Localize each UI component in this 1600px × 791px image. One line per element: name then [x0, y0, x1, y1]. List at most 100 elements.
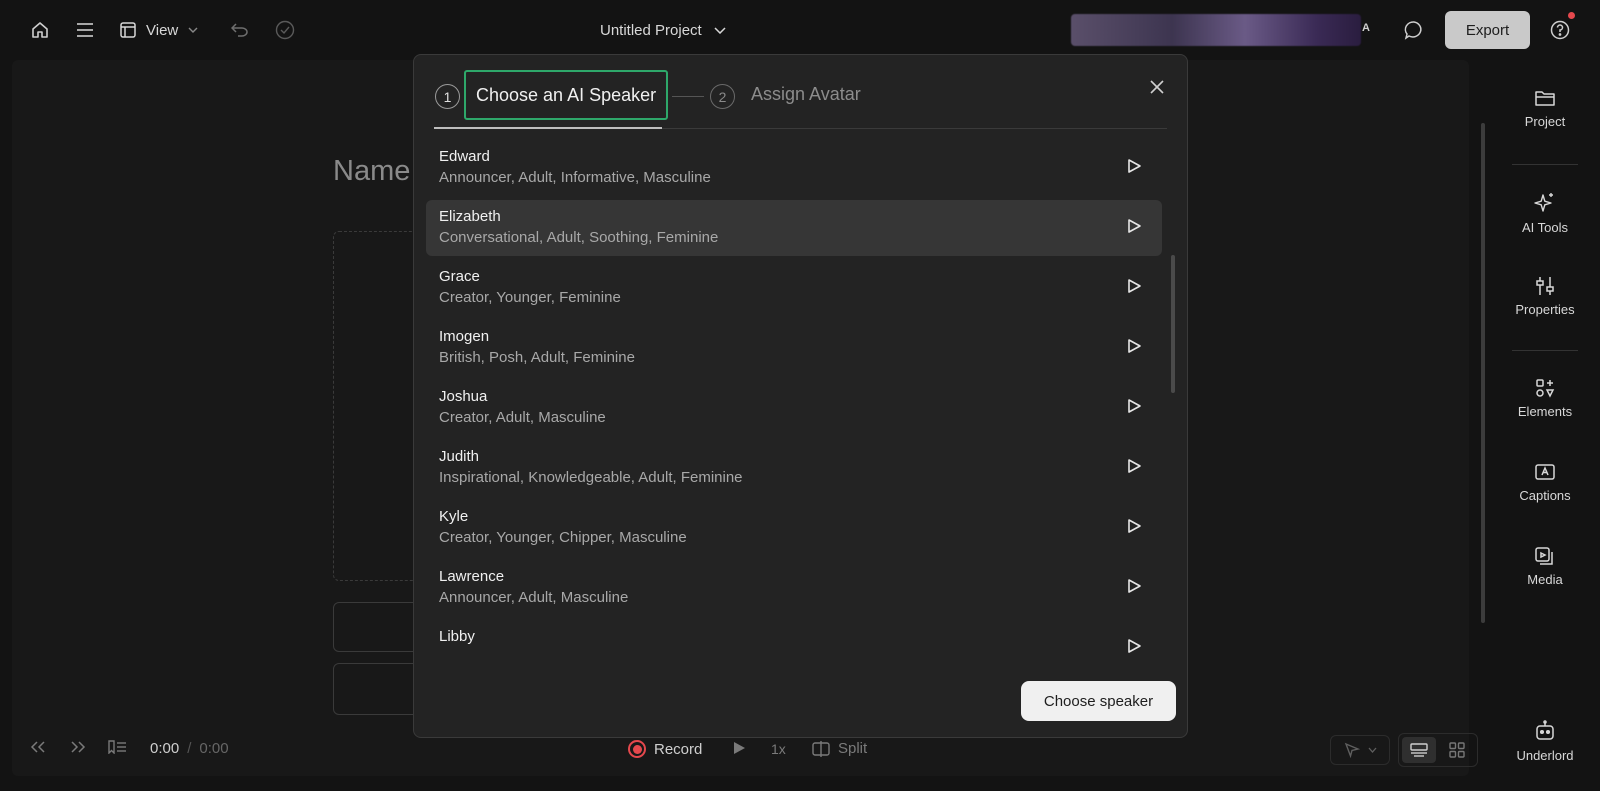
sidebar-item-underlord[interactable]: Underlord: [1490, 720, 1600, 763]
project-title-button[interactable]: Untitled Project: [600, 19, 726, 41]
choose-speaker-button[interactable]: Choose speaker: [1021, 681, 1176, 721]
menu-icon[interactable]: [74, 19, 96, 41]
speaker-name: Lawrence: [439, 568, 505, 585]
sidebar-item-captions[interactable]: Captions: [1490, 462, 1600, 503]
sliders-icon: [1534, 276, 1556, 296]
grid-view-icon[interactable]: [1440, 737, 1474, 763]
speaker-row[interactable]: Libby: [426, 620, 1162, 676]
undo-icon[interactable]: [229, 19, 251, 41]
top-bar: View Untitled Project A Export: [0, 0, 1600, 60]
speed-button[interactable]: 1x: [771, 741, 786, 757]
speaker-row[interactable]: Imogen British, Posh, Adult, Feminine: [426, 320, 1162, 376]
time-total: 0:00: [199, 740, 229, 757]
sidebar-item-ai-tools[interactable]: AI Tools: [1490, 192, 1600, 235]
speaker-row[interactable]: Joshua Creator, Adult, Masculine: [426, 380, 1162, 436]
speaker-tags: Announcer, Adult, Masculine: [439, 589, 629, 606]
canvas-heading: Name: [333, 155, 411, 187]
layout-icon: [120, 22, 136, 38]
play-icon[interactable]: [1126, 398, 1146, 418]
sidebar-item-properties[interactable]: Properties: [1490, 276, 1600, 317]
speaker-name: Imogen: [439, 328, 490, 345]
notification-dot: [1568, 12, 1575, 19]
sidebar-item-elements[interactable]: Elements: [1490, 378, 1600, 419]
captions-icon: [1534, 462, 1556, 482]
script-view-icon[interactable]: [1402, 737, 1436, 763]
play-icon[interactable]: [732, 741, 746, 755]
close-icon[interactable]: [1146, 76, 1168, 98]
sidebar-item-label: Elements: [1517, 404, 1573, 419]
sidebar-item-project[interactable]: Project: [1490, 88, 1600, 129]
right-sidebar: Project AI Tools Properties Elements Cap…: [1490, 60, 1600, 791]
speaker-name: Libby: [439, 628, 475, 645]
sidebar-divider: [1512, 164, 1578, 165]
step-2-label[interactable]: Assign Avatar: [751, 84, 861, 105]
sparkle-icon: [1534, 192, 1556, 214]
play-icon[interactable]: [1126, 518, 1146, 538]
step-1-number: 1: [435, 84, 460, 109]
play-icon[interactable]: [1126, 458, 1146, 478]
cursor-tool-select[interactable]: [1330, 735, 1390, 765]
sidebar-item-label: Project: [1524, 114, 1566, 129]
help-icon[interactable]: [1549, 19, 1571, 41]
sidebar-divider: [1512, 350, 1578, 351]
media-icon: [1534, 546, 1556, 566]
step-1-label[interactable]: Choose an AI Speaker: [464, 70, 669, 120]
speaker-list-scrollbar[interactable]: [1171, 255, 1175, 393]
play-icon[interactable]: [1126, 578, 1146, 598]
sidebar-item-label: Media: [1527, 572, 1563, 587]
chevron-down-icon: [188, 27, 198, 33]
time-current: 0:00: [150, 740, 180, 757]
split-label: Split: [838, 740, 868, 757]
play-icon[interactable]: [1126, 338, 1146, 358]
step-2[interactable]: 2: [710, 84, 735, 109]
play-icon[interactable]: [1126, 218, 1146, 238]
cursor-icon: [1344, 742, 1360, 758]
editor-scrollbar[interactable]: [1481, 123, 1485, 623]
folder-icon: [1534, 88, 1556, 108]
play-icon[interactable]: [1126, 638, 1146, 658]
project-title: Untitled Project: [600, 21, 702, 39]
record-icon: [628, 740, 646, 758]
skip-back-icon[interactable]: [30, 741, 46, 753]
speaker-name: Judith: [439, 448, 480, 465]
time-separator: /: [187, 740, 192, 757]
speaker-row[interactable]: Lawrence Announcer, Adult, Masculine: [426, 560, 1162, 616]
timecode: 0:00 / 0:00: [150, 740, 229, 757]
speaker-tags: Creator, Younger, Chipper, Masculine: [439, 529, 687, 546]
speaker-row[interactable]: Edward Announcer, Adult, Informative, Mas…: [426, 140, 1162, 196]
chapters-icon[interactable]: [107, 740, 127, 754]
speaker-tags: Creator, Adult, Masculine: [439, 409, 606, 426]
home-icon[interactable]: [29, 19, 51, 41]
robot-icon: [1534, 720, 1556, 742]
split-icon: [812, 740, 830, 757]
speaker-name: Joshua: [439, 388, 488, 405]
choose-speaker-modal: 1 Choose an AI Speaker 2 Assign Avatar E…: [413, 54, 1188, 738]
layout-toggle: [1398, 733, 1478, 767]
play-icon[interactable]: [1126, 278, 1146, 298]
speaker-row[interactable]: Grace Creator, Younger, Feminine: [426, 260, 1162, 316]
export-button[interactable]: Export: [1445, 11, 1530, 49]
sidebar-item-label: AI Tools: [1521, 220, 1568, 235]
speaker-row[interactable]: Kyle Creator, Younger, Chipper, Masculine: [426, 500, 1162, 556]
speaker-tags: Inspirational, Knowledgeable, Adult, Fem…: [439, 469, 743, 486]
check-circle-icon[interactable]: [274, 19, 296, 41]
account-avatar[interactable]: A: [1362, 22, 1370, 34]
speaker-row[interactable]: Judith Inspirational, Knowledgeable, Adul…: [426, 440, 1162, 496]
step-connector: [672, 96, 704, 97]
speaker-tags: British, Posh, Adult, Feminine: [439, 349, 635, 366]
sidebar-item-label: Underlord: [1516, 748, 1574, 763]
view-menu-button[interactable]: View: [120, 19, 198, 41]
speaker-name: Kyle: [439, 508, 469, 525]
speaker-name: Edward: [439, 148, 490, 165]
step-1[interactable]: 1: [435, 84, 460, 109]
split-button[interactable]: Split: [812, 740, 867, 757]
speaker-tags: Announcer, Adult, Informative, Masculine: [439, 169, 711, 186]
skip-forward-icon[interactable]: [70, 741, 86, 753]
play-icon[interactable]: [1126, 158, 1146, 178]
speaker-name: Elizabeth: [439, 208, 501, 225]
speaker-row[interactable]: Elizabeth Conversational, Adult, Soothing…: [426, 200, 1162, 256]
comment-icon[interactable]: [1403, 19, 1425, 41]
record-button[interactable]: Record: [628, 740, 702, 758]
step-2-number: 2: [710, 84, 735, 109]
sidebar-item-media[interactable]: Media: [1490, 546, 1600, 587]
